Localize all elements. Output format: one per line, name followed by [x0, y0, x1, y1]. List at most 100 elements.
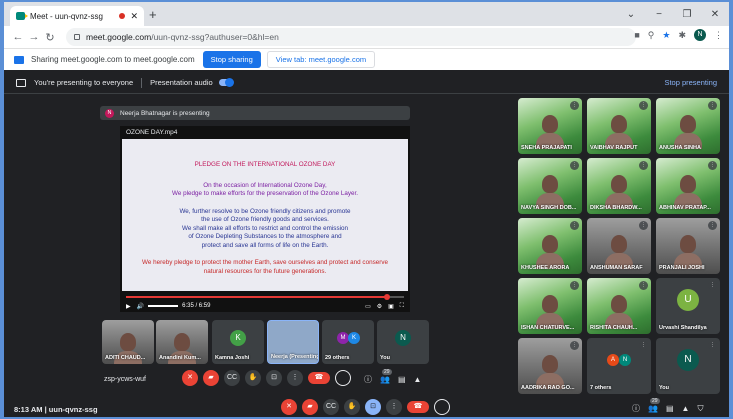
video-player[interactable]: OZONE DAY.mp4 PLEDGE ON THE INTERNATIONA… [120, 126, 410, 312]
activities-icon[interactable]: ▲ [414, 375, 422, 384]
participant-video [605, 114, 633, 149]
info-icon[interactable]: ⓘ [364, 374, 372, 385]
menu-icon[interactable]: ⋮ [714, 30, 723, 41]
camera-permission-icon[interactable]: ■ [634, 30, 639, 40]
participant-tile[interactable]: ⋮ KHUSHEE ARORA [518, 218, 582, 274]
leave-call-button[interactable]: ☎ [308, 372, 330, 384]
tile-options-icon[interactable]: ⋮ [570, 221, 579, 230]
tile-options-icon[interactable]: ⋮ [639, 281, 648, 290]
tile-options-icon[interactable]: ⋮ [708, 161, 717, 170]
participant-tile[interactable]: ⋮ SNEHA PRAJAPATI [518, 98, 582, 154]
captions-button[interactable]: CC [224, 370, 240, 386]
meeting-details: 8:13 AM | uun-qvnz-ssg [14, 405, 98, 414]
url-field[interactable]: meet.google.com /uun-qvnz-ssg?authuser=0… [66, 28, 636, 46]
participant-video [536, 354, 564, 389]
mic-off-button[interactable]: ✕ [182, 370, 198, 386]
tile-options-icon[interactable]: ⋮ [639, 341, 648, 350]
participant-tile[interactable]: ⋮ ABHINAV PRATAP... [656, 158, 720, 214]
camera-off-button[interactable]: ▰ [302, 399, 318, 415]
participant-tile[interactable]: ⋮ NAVYA SINGH DOB... [518, 158, 582, 214]
minimize-button[interactable]: − [645, 9, 673, 20]
participant-name: Neerja (Presenting) [271, 354, 319, 360]
participant-video [536, 234, 564, 269]
tile-options-icon[interactable]: ⋮ [570, 101, 579, 110]
tile-options-icon[interactable]: ⋮ [639, 101, 648, 110]
browser-window: Meet - uun-qvnz-ssg ✕ + ⌄ − ❐ ✕ ← → ↻ me… [4, 2, 729, 417]
filmstrip-tile[interactable]: K Kamna Joshi [212, 320, 264, 364]
people-icon[interactable]: 👥 29 [380, 369, 392, 384]
view-tab-button[interactable]: View tab: meet.google.com [266, 51, 376, 68]
filmstrip-tile[interactable]: Anandini Kum... [156, 320, 208, 364]
stop-presenting-button[interactable]: Stop presenting [664, 78, 717, 87]
participant-tile[interactable]: A N ⋮ 7 others [587, 338, 651, 394]
participant-tile[interactable]: N ⋮ You [656, 338, 720, 394]
restore-button[interactable]: ❐ [673, 9, 701, 20]
stop-sharing-button[interactable]: Stop sharing [202, 51, 261, 68]
tile-options-icon[interactable]: ⋮ [639, 161, 648, 170]
video-right-controls: ▭ ⚙ ▣ ⛶ [365, 303, 404, 310]
tab-close-icon[interactable]: ✕ [130, 11, 138, 22]
extensions-icon[interactable]: ✱ [678, 30, 686, 41]
more-options-button[interactable]: ⋮ [386, 399, 402, 415]
captions-icon[interactable]: ▭ [365, 303, 371, 310]
settings-icon[interactable]: ⚙ [377, 303, 382, 310]
bookmark-star-icon[interactable]: ★ [662, 30, 670, 41]
people-icon[interactable]: 👥 29 [648, 398, 660, 413]
participant-tile[interactable]: ⋮ ANUSHA SINHA [656, 98, 720, 154]
tile-options-icon[interactable]: ⋮ [570, 281, 579, 290]
tile-options-icon[interactable]: ⋮ [639, 221, 648, 230]
forward-icon[interactable]: → [26, 31, 42, 43]
participant-tile[interactable]: ⋮ DIKSHA BHARDW... [587, 158, 651, 214]
filmstrip-tile[interactable]: Neerja (Presenting) [267, 320, 319, 364]
miniplayer-icon[interactable]: ▣ [388, 303, 394, 310]
browser-tab[interactable]: Meet - uun-qvnz-ssg ✕ [10, 6, 144, 26]
back-icon[interactable]: ← [10, 31, 26, 43]
toolbar-icons: ■ ⚲ ★ ✱ N ⋮ [634, 29, 723, 41]
present-button[interactable]: ⊡ [266, 370, 282, 386]
filmstrip-tile[interactable]: N You [377, 320, 429, 364]
volume-slider[interactable] [148, 305, 179, 307]
info-icon[interactable]: ⓘ [632, 403, 640, 414]
raise-hand-button[interactable]: ✋ [245, 370, 261, 386]
participant-tile[interactable]: ⋮ VAIBHAV RAJPUT [587, 98, 651, 154]
profile-avatar[interactable]: N [694, 29, 706, 41]
chat-icon[interactable]: ▤ [398, 375, 406, 384]
tile-options-icon[interactable]: ⋮ [708, 101, 717, 110]
captions-button[interactable]: CC [323, 399, 339, 415]
presenting-text: You're presenting to everyone [34, 78, 134, 87]
participant-tile[interactable]: ⋮ PRANJALI JOSHI [656, 218, 720, 274]
participant-tile[interactable]: U ⋮ Urvashi Shandilya [656, 278, 720, 334]
participant-tile[interactable]: ⋮ AADRIKA RAO GO... [518, 338, 582, 394]
mic-off-button[interactable]: ✕ [281, 399, 297, 415]
participant-avatar: N [677, 349, 699, 372]
leave-call-button[interactable]: ☎ [407, 401, 429, 413]
video-progress-bar[interactable] [126, 294, 404, 300]
fullscreen-icon[interactable]: ⛶ [400, 303, 404, 310]
participant-tile[interactable]: ⋮ RISHITA CHAUH... [587, 278, 651, 334]
host-controls-icon[interactable]: ⛉ [697, 404, 703, 414]
filmstrip-tile[interactable]: ADITI CHAUD... [102, 320, 154, 364]
volume-icon[interactable]: 🔊 [137, 303, 144, 310]
tile-options-icon[interactable]: ⋮ [708, 281, 717, 290]
filmstrip-tile[interactable]: M K 29 others [322, 320, 374, 364]
chat-icon[interactable]: ▤ [666, 404, 674, 413]
close-window-button[interactable]: ✕ [701, 9, 729, 20]
raise-hand-button[interactable]: ✋ [344, 399, 360, 415]
reload-icon[interactable]: ↻ [42, 31, 58, 44]
play-icon[interactable]: ▶ [126, 303, 131, 310]
tile-options-icon[interactable]: ⋮ [570, 161, 579, 170]
activities-icon[interactable]: ▲ [682, 404, 690, 413]
zoom-icon[interactable]: ⚲ [648, 30, 655, 41]
participant-tile[interactable]: ⋮ ANSHUMAN SARAF [587, 218, 651, 274]
tile-options-icon[interactable]: ⋮ [708, 221, 717, 230]
present-button[interactable]: ⊡ [365, 399, 381, 415]
participant-tile[interactable]: ⋮ ISHAN CHATURVE... [518, 278, 582, 334]
progress-handle[interactable] [384, 294, 391, 300]
more-options-button[interactable]: ⋮ [287, 370, 303, 386]
camera-off-button[interactable]: ▰ [203, 370, 219, 386]
presentation-audio-toggle[interactable] [218, 78, 234, 87]
tile-options-icon[interactable]: ⋮ [708, 341, 717, 350]
tile-options-icon[interactable]: ⋮ [570, 341, 579, 350]
new-tab-button[interactable]: + [149, 7, 157, 22]
tab-search-icon[interactable]: ⌄ [617, 9, 645, 20]
